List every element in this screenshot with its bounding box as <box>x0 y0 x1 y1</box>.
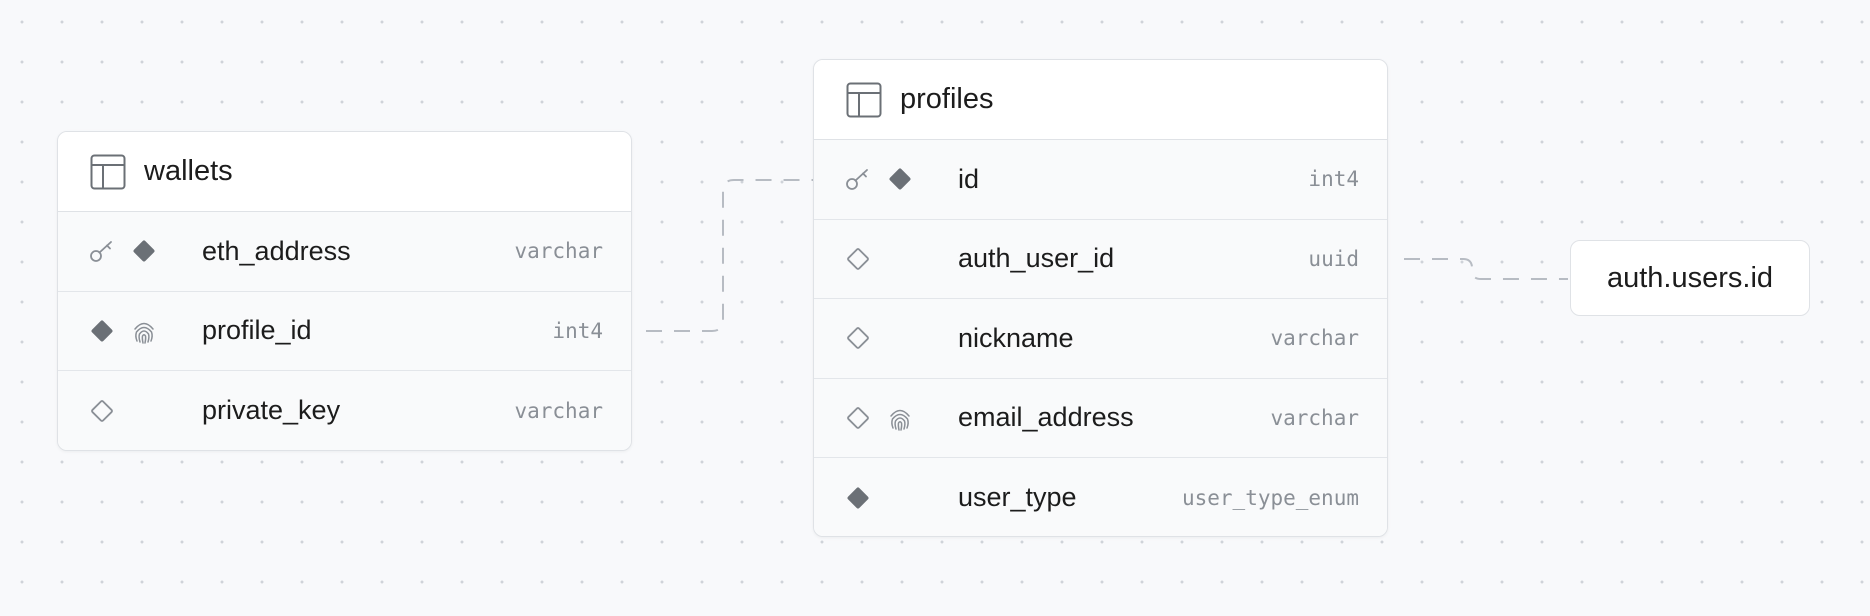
column-name: user_type <box>958 482 1077 513</box>
column-row-email-address[interactable]: email_address varchar <box>814 378 1387 458</box>
column-icons <box>814 324 922 352</box>
external-reference-node[interactable]: auth.users.id <box>1570 240 1810 316</box>
column-type: varchar <box>514 239 603 264</box>
table-icon <box>846 82 882 118</box>
column-icons <box>58 237 166 265</box>
column-icons <box>58 397 166 425</box>
column-name: nickname <box>958 322 1074 353</box>
column-name: private_key <box>202 395 341 426</box>
connector-wallets-profile-id-to-profiles-id <box>646 179 815 332</box>
table-header[interactable]: wallets <box>58 132 631 212</box>
table-title: wallets <box>144 155 233 187</box>
column-row-nickname[interactable]: nickname varchar <box>814 299 1387 379</box>
column-row-profile-id[interactable]: profile_id int4 <box>58 291 631 371</box>
column-name: eth_address <box>202 235 351 266</box>
column-type: int4 <box>1308 167 1359 192</box>
diamond-filled-icon <box>130 237 158 265</box>
diamond-filled-icon <box>88 317 116 345</box>
table-header[interactable]: profiles <box>814 60 1387 140</box>
column-type: uuid <box>1308 246 1359 271</box>
table-profiles[interactable]: profiles id int4 auth_user_id uuid nickname v… <box>813 59 1388 537</box>
column-list: id int4 auth_user_id uuid nickname varchar ema… <box>814 140 1387 536</box>
column-icons <box>58 317 166 345</box>
diamond-outline-icon <box>844 245 872 273</box>
column-icons <box>814 484 922 512</box>
column-row-id[interactable]: id int4 <box>814 140 1387 220</box>
diamond-outline-icon <box>844 324 872 352</box>
column-icons <box>814 165 922 193</box>
column-icons <box>814 245 922 273</box>
column-row-private-key[interactable]: private_key varchar <box>58 371 631 450</box>
fingerprint-icon <box>130 317 158 345</box>
column-type: varchar <box>1270 326 1359 351</box>
connector-auth-user-id-to-auth-users-id <box>1404 258 1568 280</box>
table-icon <box>90 154 126 190</box>
diamond-filled-icon <box>886 165 914 193</box>
table-title: profiles <box>900 83 994 115</box>
column-name: auth_user_id <box>958 243 1115 274</box>
table-wallets[interactable]: wallets eth_address varchar profile_id int4… <box>57 131 632 451</box>
column-row-user-type[interactable]: user_type user_type_enum <box>814 458 1387 536</box>
column-name: profile_id <box>202 315 312 346</box>
column-list: eth_address varchar profile_id int4 private_… <box>58 212 631 450</box>
external-reference-label: auth.users.id <box>1606 261 1774 294</box>
diamond-outline-icon <box>88 397 116 425</box>
column-row-auth-user-id[interactable]: auth_user_id uuid <box>814 219 1387 299</box>
column-type: varchar <box>514 398 603 423</box>
key-icon <box>88 237 116 265</box>
column-name: id <box>958 163 980 194</box>
column-type: int4 <box>552 318 603 343</box>
column-type: varchar <box>1270 405 1359 430</box>
column-name: email_address <box>958 402 1134 433</box>
key-icon <box>844 165 872 193</box>
fingerprint-icon <box>886 404 914 432</box>
diamond-filled-icon <box>844 484 872 512</box>
diamond-outline-icon <box>844 404 872 432</box>
column-type: user_type_enum <box>1181 485 1359 510</box>
column-row-eth-address[interactable]: eth_address varchar <box>58 212 631 292</box>
column-icons <box>814 404 922 432</box>
